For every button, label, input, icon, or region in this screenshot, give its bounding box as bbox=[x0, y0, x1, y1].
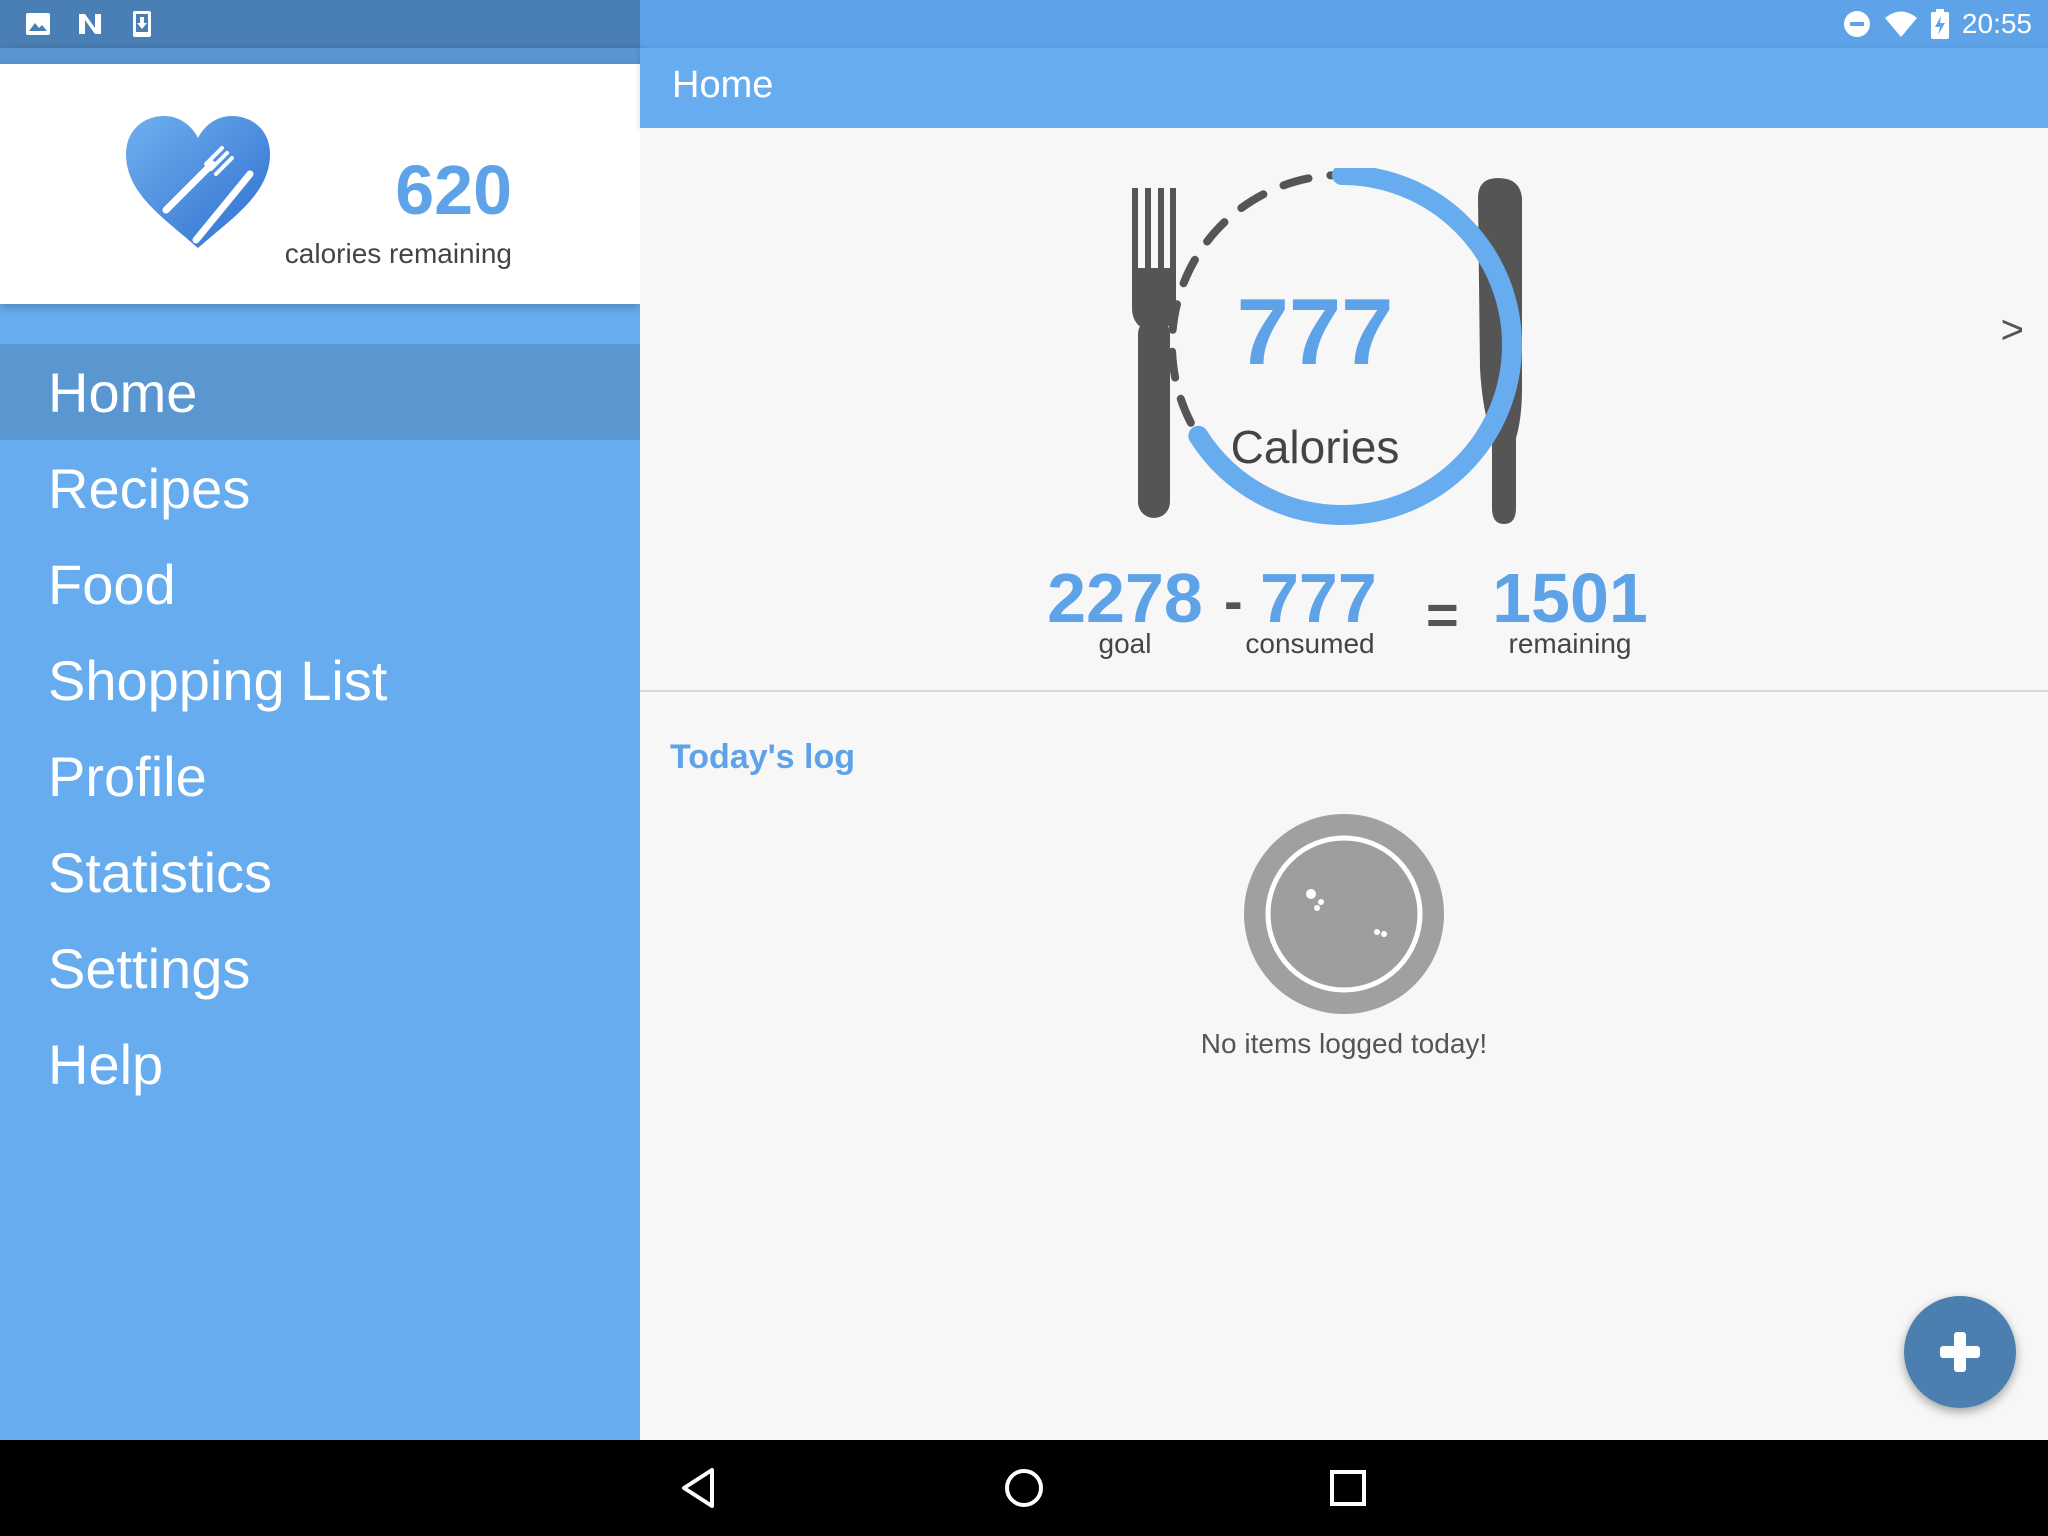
app-bar: Home bbox=[640, 48, 2048, 128]
nav-item-recipes[interactable]: Recipes bbox=[0, 440, 640, 536]
battery-charging-icon bbox=[1930, 9, 1949, 39]
recents-square-icon[interactable] bbox=[1324, 1464, 1372, 1512]
wifi-icon bbox=[1884, 11, 1917, 37]
page-title: Home bbox=[672, 64, 774, 106]
goal-label: goal bbox=[1098, 628, 1152, 659]
download-icon bbox=[133, 11, 151, 37]
nav-item-food[interactable]: Food bbox=[0, 536, 640, 632]
minus-sign: - bbox=[1224, 569, 1243, 632]
image-icon bbox=[26, 13, 50, 35]
nav-item-shopping-list[interactable]: Shopping List bbox=[0, 632, 640, 728]
remaining-value: 1501 bbox=[1492, 559, 1648, 637]
navigation-drawer: 620 calories remaining Home Recipes Food… bbox=[0, 48, 640, 1440]
remaining-label: remaining bbox=[1508, 628, 1632, 659]
nav-item-home[interactable]: Home bbox=[0, 344, 640, 440]
consumed-value: 777 bbox=[1260, 559, 1377, 637]
equals-sign: = bbox=[1426, 583, 1459, 646]
back-icon[interactable] bbox=[676, 1464, 724, 1512]
consumed-calories-value: 777 bbox=[1236, 279, 1394, 384]
n-icon bbox=[79, 14, 101, 34]
empty-plate-icon bbox=[1244, 814, 1444, 1014]
status-bar-left bbox=[0, 0, 640, 48]
heart-utensils-logo-icon bbox=[126, 116, 270, 248]
nav-item-settings[interactable]: Settings bbox=[0, 920, 640, 1016]
header-calories-value: 620 bbox=[395, 151, 512, 229]
nav-item-profile[interactable]: Profile bbox=[0, 728, 640, 824]
system-navigation-bar bbox=[0, 1440, 2048, 1536]
header-calories-label: calories remaining bbox=[284, 238, 512, 269]
calorie-summary: 777 Calories > 2278 goal - 777 consumed … bbox=[640, 128, 2048, 692]
clock: 20:55 bbox=[1961, 8, 2032, 39]
empty-log-message: No items logged today! bbox=[1200, 1028, 1488, 1059]
do-not-disturb-icon bbox=[1843, 11, 1870, 37]
todays-log-title: Today's log bbox=[670, 738, 856, 776]
drawer-menu: Home Recipes Food Shopping List Profile … bbox=[0, 344, 640, 1112]
nav-item-help[interactable]: Help bbox=[0, 1016, 640, 1112]
drawer-header: 620 calories remaining bbox=[0, 64, 640, 304]
drawer-top-strip bbox=[0, 48, 640, 64]
home-circle-icon[interactable] bbox=[1000, 1464, 1048, 1512]
plus-icon bbox=[1940, 1332, 1980, 1372]
consumed-calories-unit: Calories bbox=[1230, 421, 1400, 473]
nav-item-statistics[interactable]: Statistics bbox=[0, 824, 640, 920]
status-bar: 20:55 bbox=[0, 0, 2048, 48]
goal-value: 2278 bbox=[1047, 559, 1203, 637]
next-day-button[interactable]: > bbox=[2001, 308, 2024, 353]
consumed-label: consumed bbox=[1245, 628, 1375, 659]
status-bar-right: 20:55 bbox=[1842, 8, 2032, 40]
main-content: 777 Calories > 2278 goal - 777 consumed … bbox=[640, 128, 2048, 1440]
add-entry-button[interactable] bbox=[1904, 1296, 2016, 1408]
